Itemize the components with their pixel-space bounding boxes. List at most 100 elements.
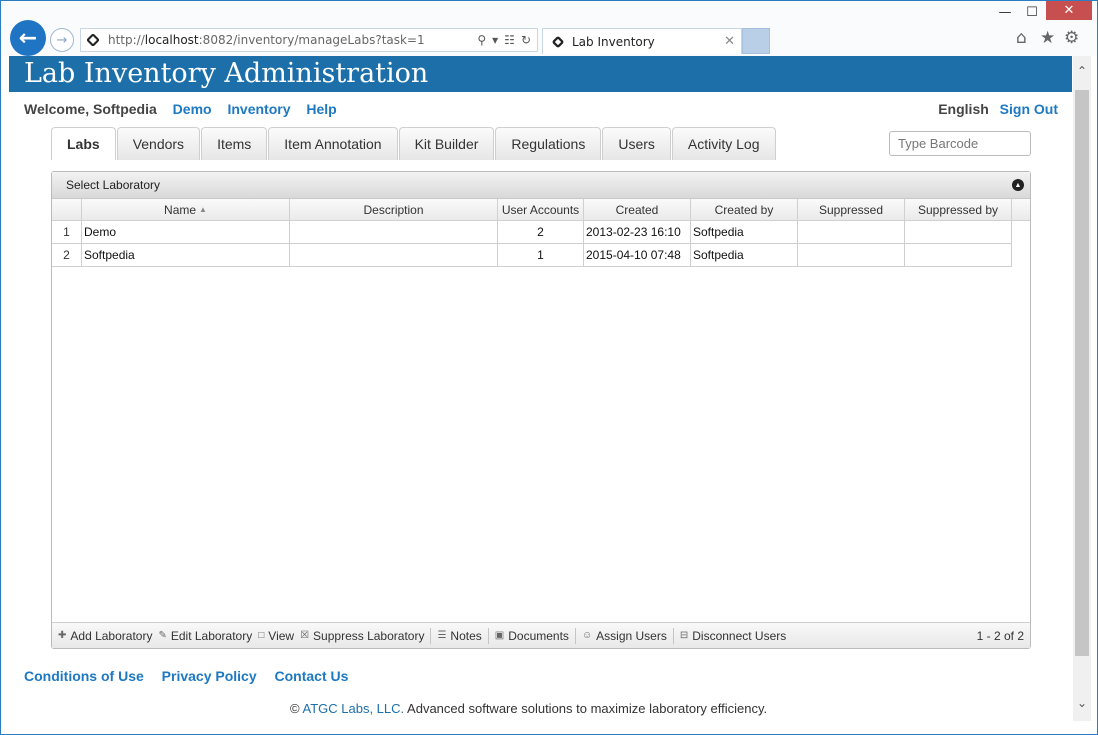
maximize-button[interactable]: ☐ [1019,0,1045,24]
tab-regulations[interactable]: Regulations [495,127,602,160]
tab-vendors[interactable]: Vendors [116,127,201,160]
cell-created-by: Softpedia [691,221,798,243]
grid-caption-text: Select Laboratory [66,178,161,192]
favorites-star-icon[interactable]: ★ [1040,28,1055,48]
browser-tab-title: Lab Inventory [572,34,655,49]
suppress-laboratory-button[interactable]: ☒ Suppress Laboratory [300,629,424,643]
nav-link-demo[interactable]: Demo [173,101,212,117]
document-icon: □ [258,630,265,641]
cell-suppressed-by [905,221,1012,243]
nav-link-inventory[interactable]: Inventory [227,101,290,117]
tab-items[interactable]: Items [201,127,268,160]
dropdown-icon[interactable]: ▾ [492,33,498,47]
grid-caption: Select Laboratory ▲ [52,172,1030,199]
pager-info: 1 - 2 of 2 [976,628,1024,643]
tab-favicon-icon [551,35,565,48]
language-selector[interactable]: English [938,101,989,117]
close-window-button[interactable]: ✕ [1046,0,1092,20]
notes-button[interactable]: ☰ Notes [437,629,481,643]
cell-created-by: Softpedia [691,244,798,266]
cell-created: 2015-04-10 07:48 [584,244,691,266]
page-title: Lab Inventory Administration [24,58,429,89]
page-scrollbar[interactable]: ⌃ ⌄ [1073,56,1091,721]
column-header-suppressed-by[interactable]: Suppressed by [905,199,1012,220]
cell-description [290,221,498,243]
row-number: 2 [52,244,82,266]
table-row[interactable]: 2 Softpedia 1 2015-04-10 07:48 Softpedia [52,244,1012,267]
scroll-down-icon[interactable]: ⌄ [1073,696,1091,710]
sort-icon: ▲︎ [199,205,207,214]
column-header-created[interactable]: Created [584,199,691,220]
copyright: © ATGC Labs, LLC. Advanced software solu… [290,701,768,716]
toolbar-divider [574,627,576,644]
cell-suppressed-by [905,244,1012,266]
main-tabs: Labs Vendors Items Item Annotation Kit B… [51,127,777,160]
tab-activity-log[interactable]: Activity Log [671,127,776,160]
site-favicon-icon [86,33,100,47]
toolbar-divider [430,627,432,644]
browser-tab[interactable]: Lab Inventory ✕ [542,28,742,54]
scroll-thumb[interactable] [1075,90,1089,656]
gear-icon[interactable]: ⚙ [1064,28,1079,48]
browser-chrome: — ☐ ✕ ← → http://localhost:8082/inventor… [0,0,1098,56]
pencil-icon: ✎ [158,630,167,641]
plus-icon: ✚ [58,630,67,641]
column-header-user-accounts[interactable]: User Accounts [498,199,584,220]
sign-out-link[interactable]: Sign Out [1000,101,1058,117]
address-url[interactable]: http://localhost:8082/inventory/manageLa… [108,33,477,47]
column-header-created-by[interactable]: Created by [691,199,798,220]
contact-us-link[interactable]: Contact Us [275,668,349,684]
nav-link-help[interactable]: Help [306,101,336,117]
cell-user-accounts: 2 [498,221,584,243]
tab-kit-builder[interactable]: Kit Builder [398,127,495,160]
home-icon[interactable]: ⌂ [1016,28,1027,48]
conditions-of-use-link[interactable]: Conditions of Use [24,668,144,684]
column-header-suppressed[interactable]: Suppressed [798,199,905,220]
toolbar-divider [672,627,674,644]
trash-icon: ☒ [300,630,310,641]
compatibility-icon[interactable]: ☷ [504,33,515,47]
minimize-button[interactable]: — [992,0,1018,24]
grid-toolbar: ✚ Add Laboratory ✎ Edit Laboratory □ View ☒… [52,622,1030,648]
cell-description [290,244,498,266]
column-header-description[interactable]: Description [290,199,498,220]
close-tab-icon[interactable]: ✕ [724,34,735,49]
address-bar[interactable]: http://localhost:8082/inventory/manageLa… [80,28,538,52]
view-button[interactable]: □ View [258,629,294,643]
collapse-icon[interactable]: ▲ [1012,179,1024,191]
table-row[interactable]: 1 Demo 2 2013-02-23 16:10 Softpedia [52,221,1012,244]
footer-links: Conditions of Use Privacy Policy Contact… [24,668,362,684]
cell-name: Demo [82,221,290,243]
top-nav-right: English Sign Out [938,101,1058,117]
welcome-text: Welcome, Softpedia [24,101,157,117]
row-number-header [52,199,82,220]
cell-user-accounts: 1 [498,244,584,266]
refresh-icon[interactable]: ↻ [521,33,531,47]
new-tab-button[interactable] [742,28,770,54]
tab-labs[interactable]: Labs [51,127,116,160]
edit-laboratory-button[interactable]: ✎ Edit Laboratory [158,629,252,643]
tab-users[interactable]: Users [602,127,671,160]
toolbar-divider [487,627,489,644]
barcode-input[interactable] [889,131,1031,156]
laboratory-grid: Select Laboratory ▲ Name ▲︎ Description U… [51,171,1031,649]
app-header: Lab Inventory Administration [9,56,1072,92]
assign-users-button[interactable]: ☺ Assign Users [582,629,667,643]
column-header-name[interactable]: Name ▲︎ [82,199,290,220]
disconnect-users-button[interactable]: ⊟ Disconnect Users [680,629,786,643]
cell-suppressed [798,244,905,266]
add-laboratory-button[interactable]: ✚ Add Laboratory [58,629,152,643]
tab-item-annotation[interactable]: Item Annotation [268,127,398,160]
scroll-up-icon[interactable]: ⌃ [1073,64,1091,78]
company-link[interactable]: ATGC Labs, LLC. [303,701,405,716]
back-button[interactable]: ← [10,20,46,56]
cell-created: 2013-02-23 16:10 [584,221,691,243]
row-number: 1 [52,221,82,243]
image-icon: ▣ [494,630,505,641]
forward-button[interactable]: → [50,28,74,52]
user-icon: ☺ [581,630,593,641]
search-icon[interactable]: ⚲ [477,33,486,47]
privacy-policy-link[interactable]: Privacy Policy [162,668,257,684]
top-nav: Welcome, Softpedia Demo Inventory Help [24,101,337,117]
documents-button[interactable]: ▣ Documents [495,629,569,643]
